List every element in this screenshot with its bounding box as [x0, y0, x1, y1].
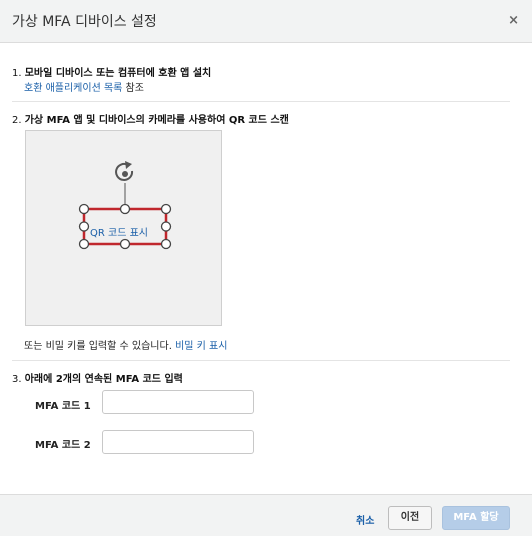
previous-button[interactable]: 이전 [388, 506, 432, 530]
step-3: 3. 아래에 2개의 연속된 MFA 코드 입력 [12, 370, 183, 385]
mfa-code-2-label: MFA 코드 2 [35, 440, 91, 451]
step-1-suffix: 참조 [122, 83, 144, 94]
rotate-icon [115, 161, 134, 181]
step-2: 2. 가상 MFA 앱 및 디바이스의 카메라를 사용하여 QR 코드 스캔 [12, 111, 289, 126]
divider [12, 101, 510, 102]
dialog-title: 가상 MFA 디바이스 설정 [12, 14, 157, 30]
dialog-footer: 취소 이전 MFA 할당 [0, 494, 532, 536]
assign-mfa-button[interactable]: MFA 할당 [442, 506, 510, 530]
step-1-detail: 호환 애플리케이션 목록 참조 [24, 79, 144, 94]
secret-key-line: 또는 비밀 키를 입력할 수 있습니다. 비밀 키 표시 [24, 337, 227, 352]
compatible-apps-link[interactable]: 호환 애플리케이션 목록 [24, 83, 122, 94]
step-3-text: 아래에 2개의 연속된 MFA 코드 입력 [24, 374, 183, 385]
show-qr-code-link[interactable]: QR 코드 표시 [90, 224, 148, 239]
secret-key-text: 또는 비밀 키를 입력할 수 있습니다. [24, 341, 176, 352]
mfa-code-1-input[interactable] [102, 390, 254, 414]
qr-code-panel: QR 코드 표시 [25, 130, 222, 326]
cancel-button[interactable]: 취소 [356, 512, 374, 527]
step-3-number: 3. [12, 374, 22, 385]
show-secret-key-link[interactable]: 비밀 키 표시 [175, 341, 227, 352]
divider [12, 360, 510, 361]
step-1-number: 1. [12, 68, 22, 79]
step-2-number: 2. [12, 115, 22, 126]
mfa-code-2-input[interactable] [102, 430, 254, 454]
step-1-text: 모바일 디바이스 또는 컴퓨터에 호환 앱 설치 [24, 68, 212, 79]
mfa-setup-dialog: 가상 MFA 디바이스 설정 × 1. 모바일 디바이스 또는 컴퓨터에 호환 … [0, 0, 532, 536]
close-icon[interactable]: × [508, 13, 519, 28]
mfa-code-1-label: MFA 코드 1 [35, 401, 91, 412]
step-1: 1. 모바일 디바이스 또는 컴퓨터에 호환 앱 설치 [12, 64, 211, 79]
step-2-text: 가상 MFA 앱 및 디바이스의 카메라를 사용하여 QR 코드 스캔 [24, 115, 289, 126]
dialog-header: 가상 MFA 디바이스 설정 × [0, 0, 532, 43]
